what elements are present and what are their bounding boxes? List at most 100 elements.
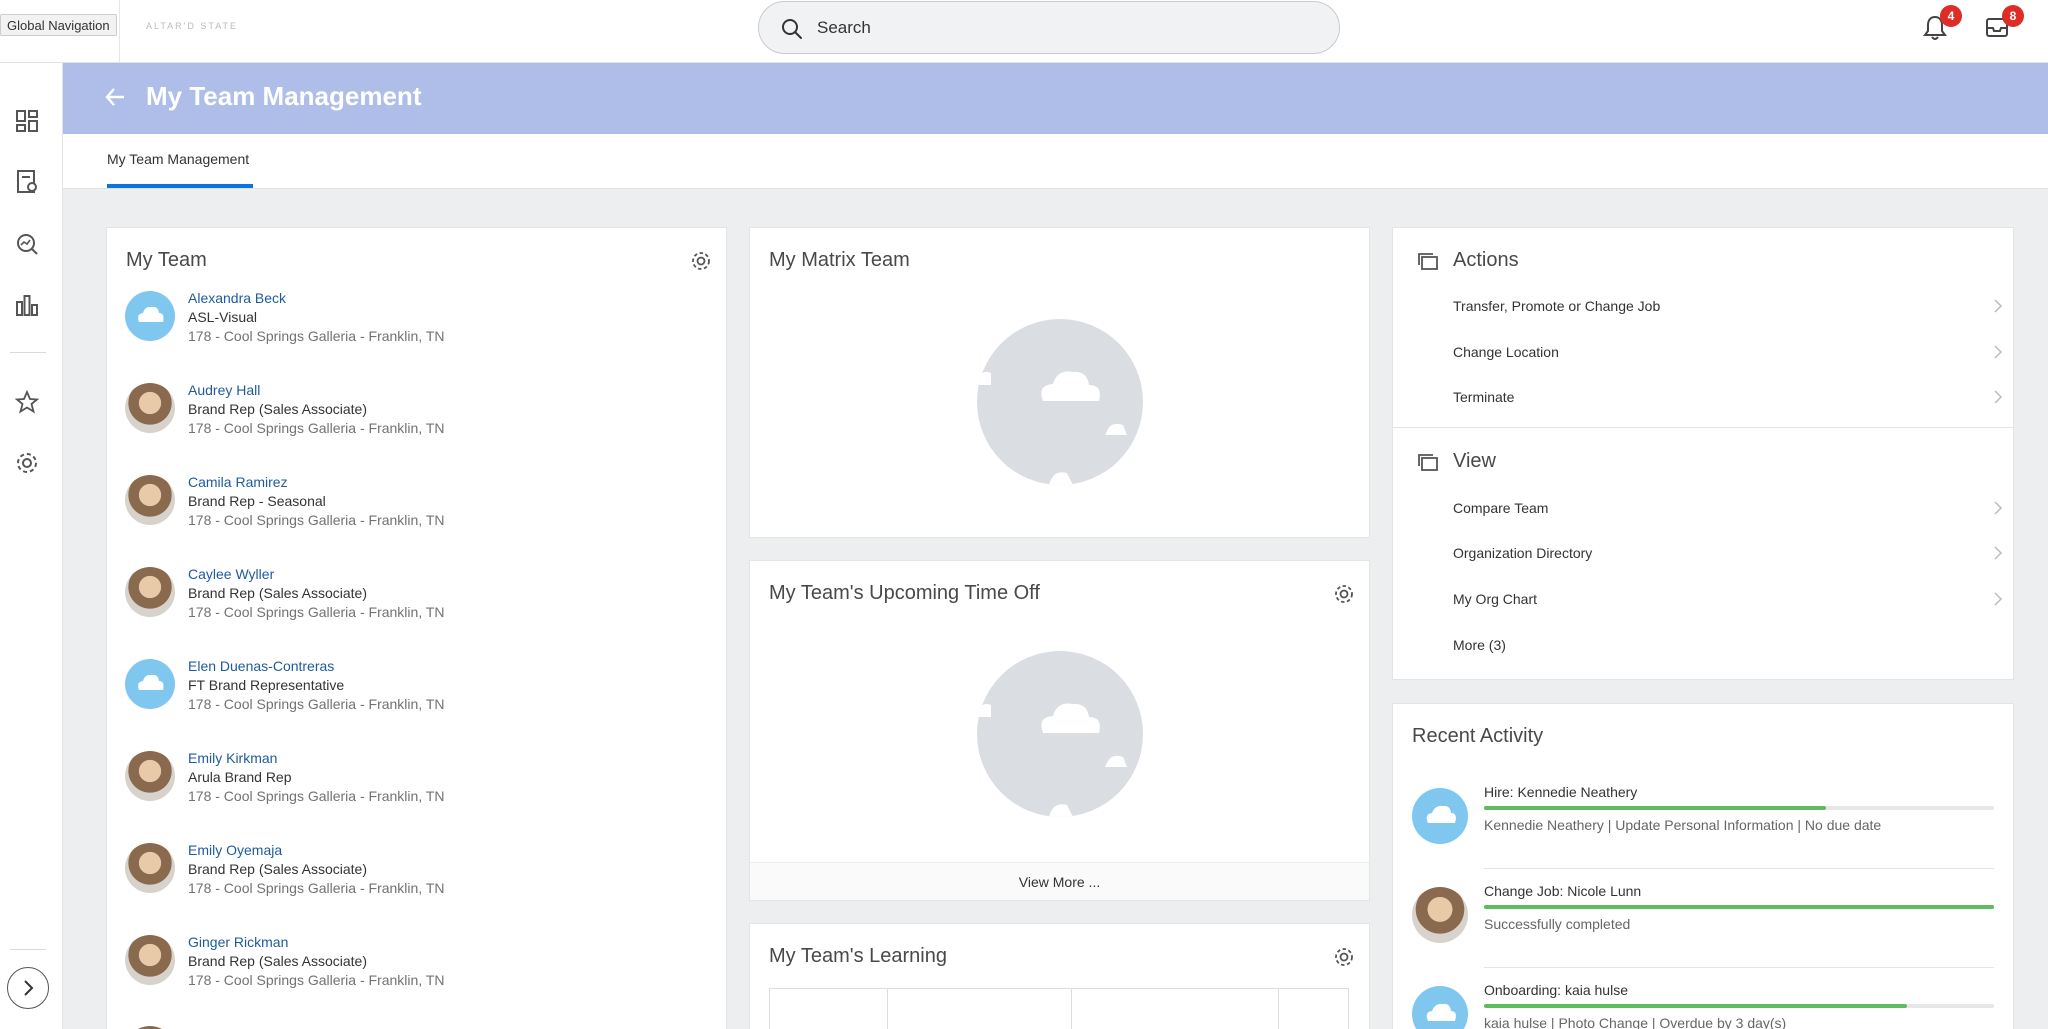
avatar bbox=[125, 751, 175, 801]
member-name[interactable]: Ginger Rickman bbox=[188, 934, 288, 950]
chevron-right-icon bbox=[1994, 501, 2003, 515]
notifications-badge: 4 bbox=[1940, 5, 1962, 27]
chevron-right-icon bbox=[24, 980, 34, 996]
activity-title[interactable]: Hire: Kennedie Neathery bbox=[1484, 784, 1637, 800]
inbox-badge: 8 bbox=[2002, 5, 2024, 27]
activity-subtitle: Successfully completed bbox=[1484, 916, 1631, 932]
cloud-icon bbox=[977, 371, 1127, 485]
view-title: View bbox=[1453, 450, 1496, 472]
view-more-button[interactable]: View More ... bbox=[750, 862, 1369, 900]
recent-activity-card: Recent Activity Hire: Kennedie Neathery … bbox=[1392, 703, 2014, 1029]
member-role: ASL-Visual bbox=[188, 309, 258, 325]
notifications-button[interactable]: 4 bbox=[1922, 5, 1962, 44]
left-rail bbox=[0, 63, 63, 1029]
team-member-row[interactable]: Audrey Hall Brand Rep (Sales Associate) … bbox=[125, 382, 685, 474]
analytics-search-icon[interactable] bbox=[14, 231, 40, 257]
action-transfer-promote-change-job[interactable]: Transfer, Promote or Change Job bbox=[1453, 296, 2003, 336]
progress-fill bbox=[1484, 806, 1826, 810]
my-matrix-team-card: My Matrix Team bbox=[749, 227, 1370, 538]
table-column bbox=[1072, 989, 1279, 1029]
gear-icon[interactable] bbox=[1333, 946, 1355, 968]
activity-item[interactable]: Hire: Kennedie Neathery Kennedie Neather… bbox=[1412, 784, 1994, 880]
avatar bbox=[125, 291, 175, 341]
view-compare-team[interactable]: Compare Team bbox=[1453, 498, 2003, 538]
action-change-location[interactable]: Change Location bbox=[1453, 342, 2003, 382]
gear-icon[interactable] bbox=[14, 450, 40, 476]
activity-title[interactable]: Onboarding: kaia hulse bbox=[1484, 982, 1628, 998]
member-name[interactable]: Audrey Hall bbox=[188, 382, 260, 398]
member-role: Brand Rep (Sales Associate) bbox=[188, 401, 367, 417]
member-name[interactable]: Alexandra Beck bbox=[188, 290, 286, 306]
member-name[interactable]: Elen Duenas-Contreras bbox=[188, 658, 334, 674]
member-role: Brand Rep (Sales Associate) bbox=[188, 953, 367, 969]
activity-item[interactable]: Onboarding: kaia hulse kaia hulse | Phot… bbox=[1412, 982, 1994, 1029]
view-label: Organization Directory bbox=[1453, 545, 1593, 561]
star-icon[interactable] bbox=[14, 389, 40, 415]
member-location: 178 - Cool Springs Galleria - Franklin, … bbox=[188, 328, 445, 344]
member-name[interactable]: Emily Oyemaja bbox=[188, 842, 282, 858]
cloud-icon bbox=[977, 703, 1127, 817]
active-tab-indicator bbox=[107, 184, 253, 188]
bar-chart-icon[interactable] bbox=[14, 292, 40, 318]
learning-table bbox=[769, 988, 1349, 1029]
view-more-link[interactable]: More (3) bbox=[1453, 635, 2003, 675]
company-logo[interactable]: ALTAR'D STATE bbox=[146, 21, 238, 31]
member-role: Arula Brand Rep bbox=[188, 769, 292, 785]
dashboard-icon[interactable] bbox=[14, 108, 40, 134]
avatar bbox=[1412, 788, 1468, 844]
team-member-row[interactable]: Camila Ramirez Brand Rep - Seasonal 178 … bbox=[125, 474, 685, 566]
empty-state-illustration bbox=[977, 651, 1143, 817]
member-location: 178 - Cool Springs Galleria - Franklin, … bbox=[188, 788, 445, 804]
team-member-row[interactable]: Emily Kirkman Arula Brand Rep 178 - Cool… bbox=[125, 750, 685, 842]
page-header: My Team Management bbox=[63, 63, 2048, 134]
tab-my-team-management[interactable]: My Team Management bbox=[107, 151, 249, 167]
table-column bbox=[770, 989, 888, 1029]
chevron-right-icon bbox=[1994, 592, 2003, 606]
member-role: Brand Rep - Seasonal bbox=[188, 493, 326, 509]
action-terminate[interactable]: Terminate bbox=[1453, 387, 2003, 427]
window-stack-icon bbox=[1418, 454, 1438, 471]
inbox-button[interactable]: 8 bbox=[1984, 5, 2024, 44]
team-member-row[interactable]: Elen Duenas-Contreras FT Brand Represent… bbox=[125, 658, 685, 750]
chevron-right-icon bbox=[1994, 345, 2003, 359]
avatar bbox=[125, 475, 175, 525]
top-bar: Global Navigation ALTAR'D STATE 4 8 bbox=[0, 0, 2048, 63]
actions-card: Actions Transfer, Promote or Change Job … bbox=[1392, 227, 2014, 680]
view-my-org-chart[interactable]: My Org Chart bbox=[1453, 589, 2003, 629]
search-input[interactable] bbox=[817, 14, 1317, 42]
upcoming-time-off-card: My Team's Upcoming Time Off View More ..… bbox=[749, 560, 1370, 901]
gear-icon[interactable] bbox=[690, 250, 712, 272]
member-name[interactable]: Camila Ramirez bbox=[188, 474, 288, 490]
team-member-row[interactable]: Caylee Wyller Brand Rep (Sales Associate… bbox=[125, 566, 685, 658]
gear-icon[interactable] bbox=[1333, 583, 1355, 605]
activity-title[interactable]: Change Job: Nicole Lunn bbox=[1484, 883, 1641, 899]
activity-subtitle: kaia hulse | Photo Change | Overdue by 3… bbox=[1484, 1015, 1787, 1029]
search-box[interactable] bbox=[758, 1, 1340, 54]
action-label: Transfer, Promote or Change Job bbox=[1453, 298, 1661, 314]
action-label: Terminate bbox=[1453, 389, 1515, 405]
rail-divider bbox=[10, 352, 46, 353]
expand-rail-button[interactable] bbox=[7, 967, 49, 1009]
avatar bbox=[125, 935, 175, 985]
view-label: My Org Chart bbox=[1453, 591, 1538, 607]
member-location: 178 - Cool Springs Galleria - Franklin, … bbox=[188, 420, 445, 436]
view-organization-directory[interactable]: Organization Directory bbox=[1453, 543, 2003, 583]
activity-subtitle: Kennedie Neathery | Update Personal Info… bbox=[1484, 817, 1882, 833]
member-name[interactable]: Emily Kirkman bbox=[188, 750, 277, 766]
progress-fill bbox=[1484, 905, 1994, 909]
member-name[interactable]: Caylee Wyller bbox=[188, 566, 274, 582]
avatar bbox=[125, 567, 175, 617]
member-role: Brand Rep (Sales Associate) bbox=[188, 585, 367, 601]
my-team-title: My Team bbox=[126, 249, 207, 271]
member-role: FT Brand Representative bbox=[188, 677, 345, 693]
member-location: 178 - Cool Springs Galleria - Franklin, … bbox=[188, 696, 445, 712]
team-member-row[interactable]: Alexandra Beck ASL-Visual 178 - Cool Spr… bbox=[125, 290, 685, 382]
team-member-row[interactable]: Ginger Rickman Brand Rep (Sales Associat… bbox=[125, 934, 685, 1026]
back-arrow-icon[interactable] bbox=[104, 86, 126, 108]
member-location: 178 - Cool Springs Galleria - Franklin, … bbox=[188, 512, 445, 528]
empty-state-illustration bbox=[977, 319, 1143, 485]
chevron-right-icon bbox=[1994, 390, 2003, 404]
activity-item[interactable]: Change Job: Nicole Lunn Successfully com… bbox=[1412, 883, 1994, 979]
report-search-icon[interactable] bbox=[14, 169, 40, 195]
team-member-row[interactable]: Emily Oyemaja Brand Rep (Sales Associate… bbox=[125, 842, 685, 934]
